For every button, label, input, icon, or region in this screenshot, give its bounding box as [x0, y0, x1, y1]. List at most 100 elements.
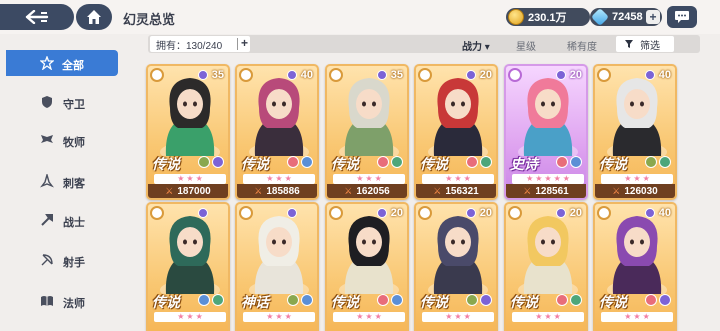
- power-bar: ⚔ 187000: [148, 184, 228, 198]
- star-icon: ★: [195, 312, 203, 321]
- sidebar-item-guard[interactable]: 守卫: [0, 89, 118, 115]
- power-value: 156321: [445, 185, 479, 197]
- element-icon: [198, 156, 210, 168]
- filter-button[interactable]: 筛选: [616, 36, 674, 52]
- hero-level: 20: [569, 69, 582, 81]
- sort-tab-power[interactable]: 战力 ▾: [462, 38, 490, 53]
- filter-label: 筛选: [640, 40, 660, 52]
- hero-portrait: [607, 216, 667, 294]
- element-icon: [480, 156, 492, 168]
- sort-tab-star[interactable]: 星级: [516, 38, 536, 53]
- tier-icon: [287, 208, 297, 218]
- element-icons: [556, 294, 582, 306]
- hero-card[interactable]: 20 传说 ★ ★ ★: [414, 202, 498, 331]
- element-icon: [659, 294, 671, 306]
- star-icon: ★: [365, 312, 373, 321]
- hero-card[interactable]: 40 传说 ★ ★ ★ ⚔ 126030: [593, 64, 677, 200]
- hero-card[interactable]: 20 传说 ★ ★ ★ ⚔ 156321: [414, 64, 498, 200]
- star-icon: ★: [266, 174, 274, 183]
- star-rating: ★ ★ ★: [422, 312, 494, 322]
- back-arrow-icon: [25, 10, 49, 24]
- filter-icon: [625, 40, 633, 48]
- sort-power-label: 战力: [462, 42, 482, 53]
- star-icon: ★: [454, 312, 462, 321]
- add-gems-button[interactable]: +: [646, 10, 660, 24]
- class-badge-icon: [508, 206, 522, 220]
- crossed-swords-icon: ⚔: [523, 185, 532, 196]
- rarity-label: 传说: [420, 156, 448, 172]
- hero-card-grid: 35 传说 ★ ★ ★ ⚔ 187000 40 传说 ★ ★ ★ ⚔ 18588…: [144, 58, 712, 331]
- star-icon: ★: [463, 312, 471, 321]
- hero-card[interactable]: 20 史诗 ★ ★ ★ ★ ★ ⚔ 128561: [504, 64, 588, 200]
- star-icon: ★: [624, 174, 632, 183]
- axe-icon: [41, 214, 53, 226]
- class-badge-icon: [329, 68, 343, 82]
- element-icon: [466, 156, 478, 168]
- element-icon: [198, 294, 210, 306]
- hero-card[interactable]: 传说 ★ ★ ★: [146, 202, 230, 331]
- star-icon: ★: [463, 174, 471, 183]
- power-value: 126030: [624, 185, 658, 197]
- star-icon: ★: [177, 312, 185, 321]
- element-icons: [466, 156, 492, 168]
- hero-portrait: [428, 216, 488, 294]
- element-icons: [287, 156, 313, 168]
- hero-level: 35: [211, 69, 224, 81]
- hero-card[interactable]: 20 传说 ★ ★ ★: [504, 202, 588, 331]
- page-title: 幻灵总览: [123, 12, 176, 27]
- chat-button[interactable]: [667, 6, 697, 28]
- hero-level: 40: [658, 207, 671, 219]
- hero-card[interactable]: 40 传说 ★ ★ ★: [593, 202, 677, 331]
- star-rating: ★ ★ ★: [601, 174, 673, 184]
- element-icon: [659, 156, 671, 168]
- owned-count[interactable]: 拥有：130/240 +: [150, 36, 250, 52]
- rarity-label: 传说: [599, 156, 627, 172]
- book-icon: [41, 296, 53, 306]
- element-icon: [377, 294, 389, 306]
- hero-portrait: [160, 78, 220, 156]
- sidebar-item-warrior[interactable]: 战士: [0, 207, 118, 233]
- hero-card[interactable]: 35 传说 ★ ★ ★ ⚔ 162056: [325, 64, 409, 200]
- sidebar-item-assassin[interactable]: 刺客: [0, 168, 118, 194]
- gold-counter: 230.1万: [506, 8, 590, 26]
- hero-card[interactable]: 20 传说 ★ ★ ★: [325, 202, 409, 331]
- star-icon: ★: [642, 174, 650, 183]
- sort-tab-rarity[interactable]: 稀有度: [567, 38, 597, 53]
- hero-level: 40: [658, 69, 671, 81]
- hero-card[interactable]: 神话 ★ ★ ★: [235, 202, 319, 331]
- star-icon: ★: [633, 312, 641, 321]
- sidebar-item-archer[interactable]: 射手: [0, 247, 118, 273]
- star-rating: ★ ★ ★: [512, 312, 584, 322]
- element-icons: [377, 294, 403, 306]
- power-value: 187000: [177, 185, 211, 197]
- star-icon: ★: [526, 174, 534, 183]
- rarity-label: 传说: [152, 294, 180, 310]
- sidebar-item-mage[interactable]: 法师: [0, 288, 118, 314]
- hero-level: 20: [479, 69, 492, 81]
- rarity-label: 传说: [241, 156, 269, 172]
- power-value: 128561: [535, 185, 569, 197]
- element-icons: [645, 294, 671, 306]
- class-badge-icon: [597, 206, 611, 220]
- class-badge-icon: [597, 68, 611, 82]
- back-button[interactable]: [0, 4, 74, 30]
- rarity-label: 神话: [241, 294, 269, 310]
- class-sidebar: 全部 守卫 牧师 刺客 战士 射手 法师: [0, 40, 122, 331]
- tier-icon: [198, 208, 208, 218]
- hero-card[interactable]: 40 传说 ★ ★ ★ ⚔ 185886: [235, 64, 319, 200]
- star-rating: ★ ★ ★: [333, 312, 405, 322]
- tier-icon: [466, 208, 476, 218]
- element-icon: [301, 294, 313, 306]
- bow-icon: [41, 254, 53, 266]
- element-icon: [556, 156, 568, 168]
- sidebar-item-priest[interactable]: 牧师: [0, 127, 118, 153]
- sidebar-item-label: 法师: [63, 298, 85, 310]
- sidebar-item-all[interactable]: 全部: [6, 50, 118, 76]
- owned-count-label: 拥有：130/240: [156, 40, 223, 52]
- sidebar-item-label: 牧师: [63, 137, 85, 149]
- star-icon: ★: [642, 312, 650, 321]
- star-rating: ★ ★ ★ ★ ★: [512, 174, 584, 184]
- home-button[interactable]: [76, 4, 112, 30]
- star-icon: ★: [445, 312, 453, 321]
- hero-card[interactable]: 35 传说 ★ ★ ★ ⚔ 187000: [146, 64, 230, 200]
